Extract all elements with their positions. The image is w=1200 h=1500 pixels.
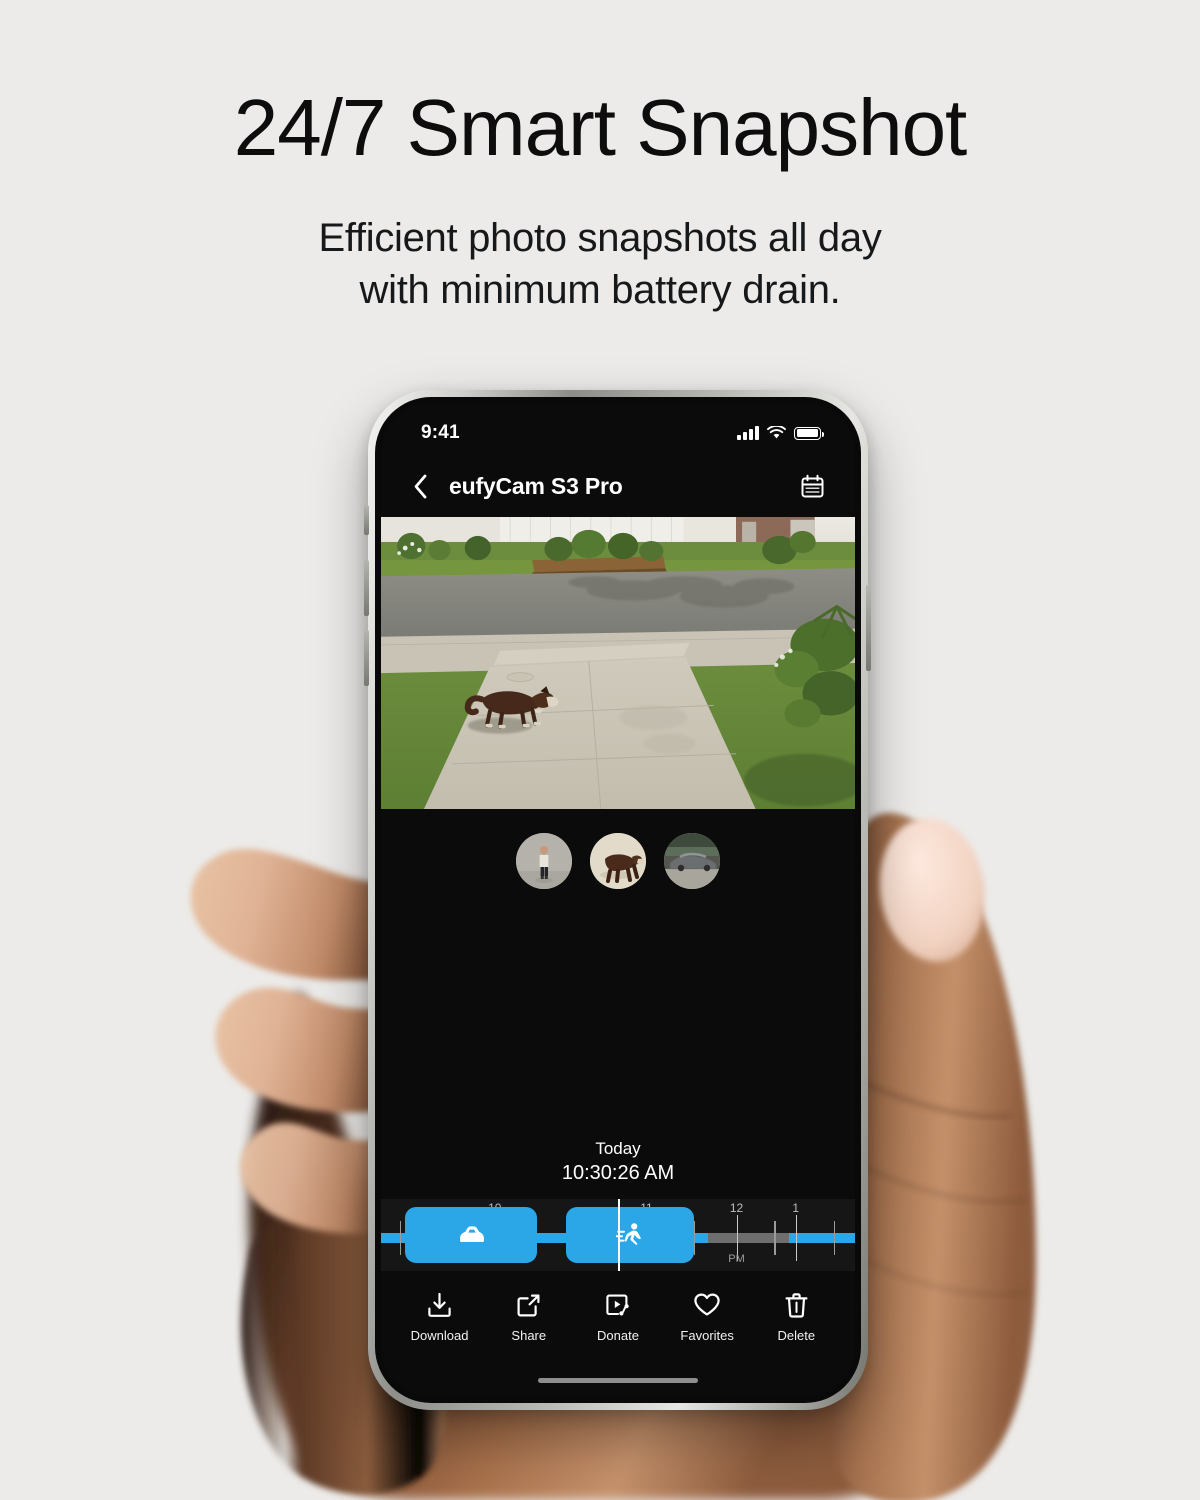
timeline-tick [693,1221,696,1255]
action-label: Donate [597,1328,639,1343]
donate-video-icon [578,1289,658,1321]
status-bar: 9:41 [381,403,855,455]
timeline-day-label: Today [595,1138,641,1158]
phone-screen: 9:41 eufyCam S3 Pro Today 10:30:26 AM 12… [381,403,855,1397]
delete-button[interactable]: Delete [756,1289,836,1343]
favorites-button[interactable]: Favorites [667,1289,747,1343]
timeline-recorded-segment [788,1233,855,1243]
wifi-icon [767,426,786,439]
app-header: eufyCam S3 Pro [381,455,855,517]
phone-device: 9:41 eufyCam S3 Pro Today 10:30:26 AM 12… [368,390,868,1410]
battery-full-icon [794,426,824,440]
subtitle-line-1: Efficient photo snapshots all day [318,216,882,260]
timeline-tick [833,1221,836,1255]
timeline-gap-segment [708,1233,789,1243]
page-title: 24/7 Smart Snapshot [233,83,968,172]
timeline-playhead[interactable] [618,1199,620,1271]
camera-name-title: eufyCam S3 Pro [449,472,623,499]
heart-icon [667,1289,747,1321]
page-subtitle: Efficient photo snapshots all day with m… [0,170,1200,316]
subtitle-line-2: with minimum battery drain. [359,268,841,312]
detected-subjects-row [381,809,855,889]
phone-bezel: 9:41 eufyCam S3 Pro Today 10:30:26 AM 12… [375,397,861,1403]
chevron-left-icon[interactable] [403,469,437,503]
hero-section: 24/7 Smart Snapshot Efficient photo snap… [0,0,1200,316]
camera-snapshot-view[interactable] [381,517,855,809]
timeline-timestamp: Today 10:30:26 AM [381,1137,855,1199]
timeline-time-label: 10:30:26 AM [561,1161,675,1184]
car-icon [460,1226,485,1242]
list-item[interactable] [516,833,572,889]
timeline-ampm-label: PM [728,1253,745,1265]
share-icon [489,1289,569,1321]
download-button[interactable]: Download [400,1289,480,1343]
timeline-tick [774,1221,776,1255]
timeline-hour-label: 12 [729,1201,744,1215]
calendar-icon[interactable] [795,469,829,503]
action-label: Download [410,1328,469,1343]
silent-switch[interactable] [364,505,369,535]
timeline-scrubber[interactable]: 10 11 12 1 PM [381,1199,855,1271]
status-time: 9:41 [421,422,460,443]
action-label: Share [511,1328,547,1343]
timeline-hour-label: 1 [792,1201,800,1215]
download-icon [400,1289,480,1321]
timeline-hour-tick [795,1215,798,1261]
action-label: Delete [777,1328,816,1343]
home-indicator[interactable] [381,1363,855,1397]
list-item[interactable] [664,833,720,889]
list-item[interactable] [590,833,646,889]
timeline-tick [399,1221,402,1255]
timeline-event-motion[interactable] [565,1207,694,1263]
power-button[interactable] [866,585,871,671]
volume-down-button[interactable] [364,630,369,686]
volume-up-button[interactable] [364,560,369,616]
action-toolbar: Download Share Donate Favorites Delete [381,1271,855,1363]
donate-button[interactable]: Donate [578,1289,658,1343]
trash-icon [756,1289,836,1321]
share-button[interactable]: Share [489,1289,569,1343]
signal-bars-icon [737,426,759,440]
action-label: Favorites [680,1328,734,1343]
timeline-event-vehicle[interactable] [404,1207,538,1263]
running-person-icon [615,1223,641,1245]
